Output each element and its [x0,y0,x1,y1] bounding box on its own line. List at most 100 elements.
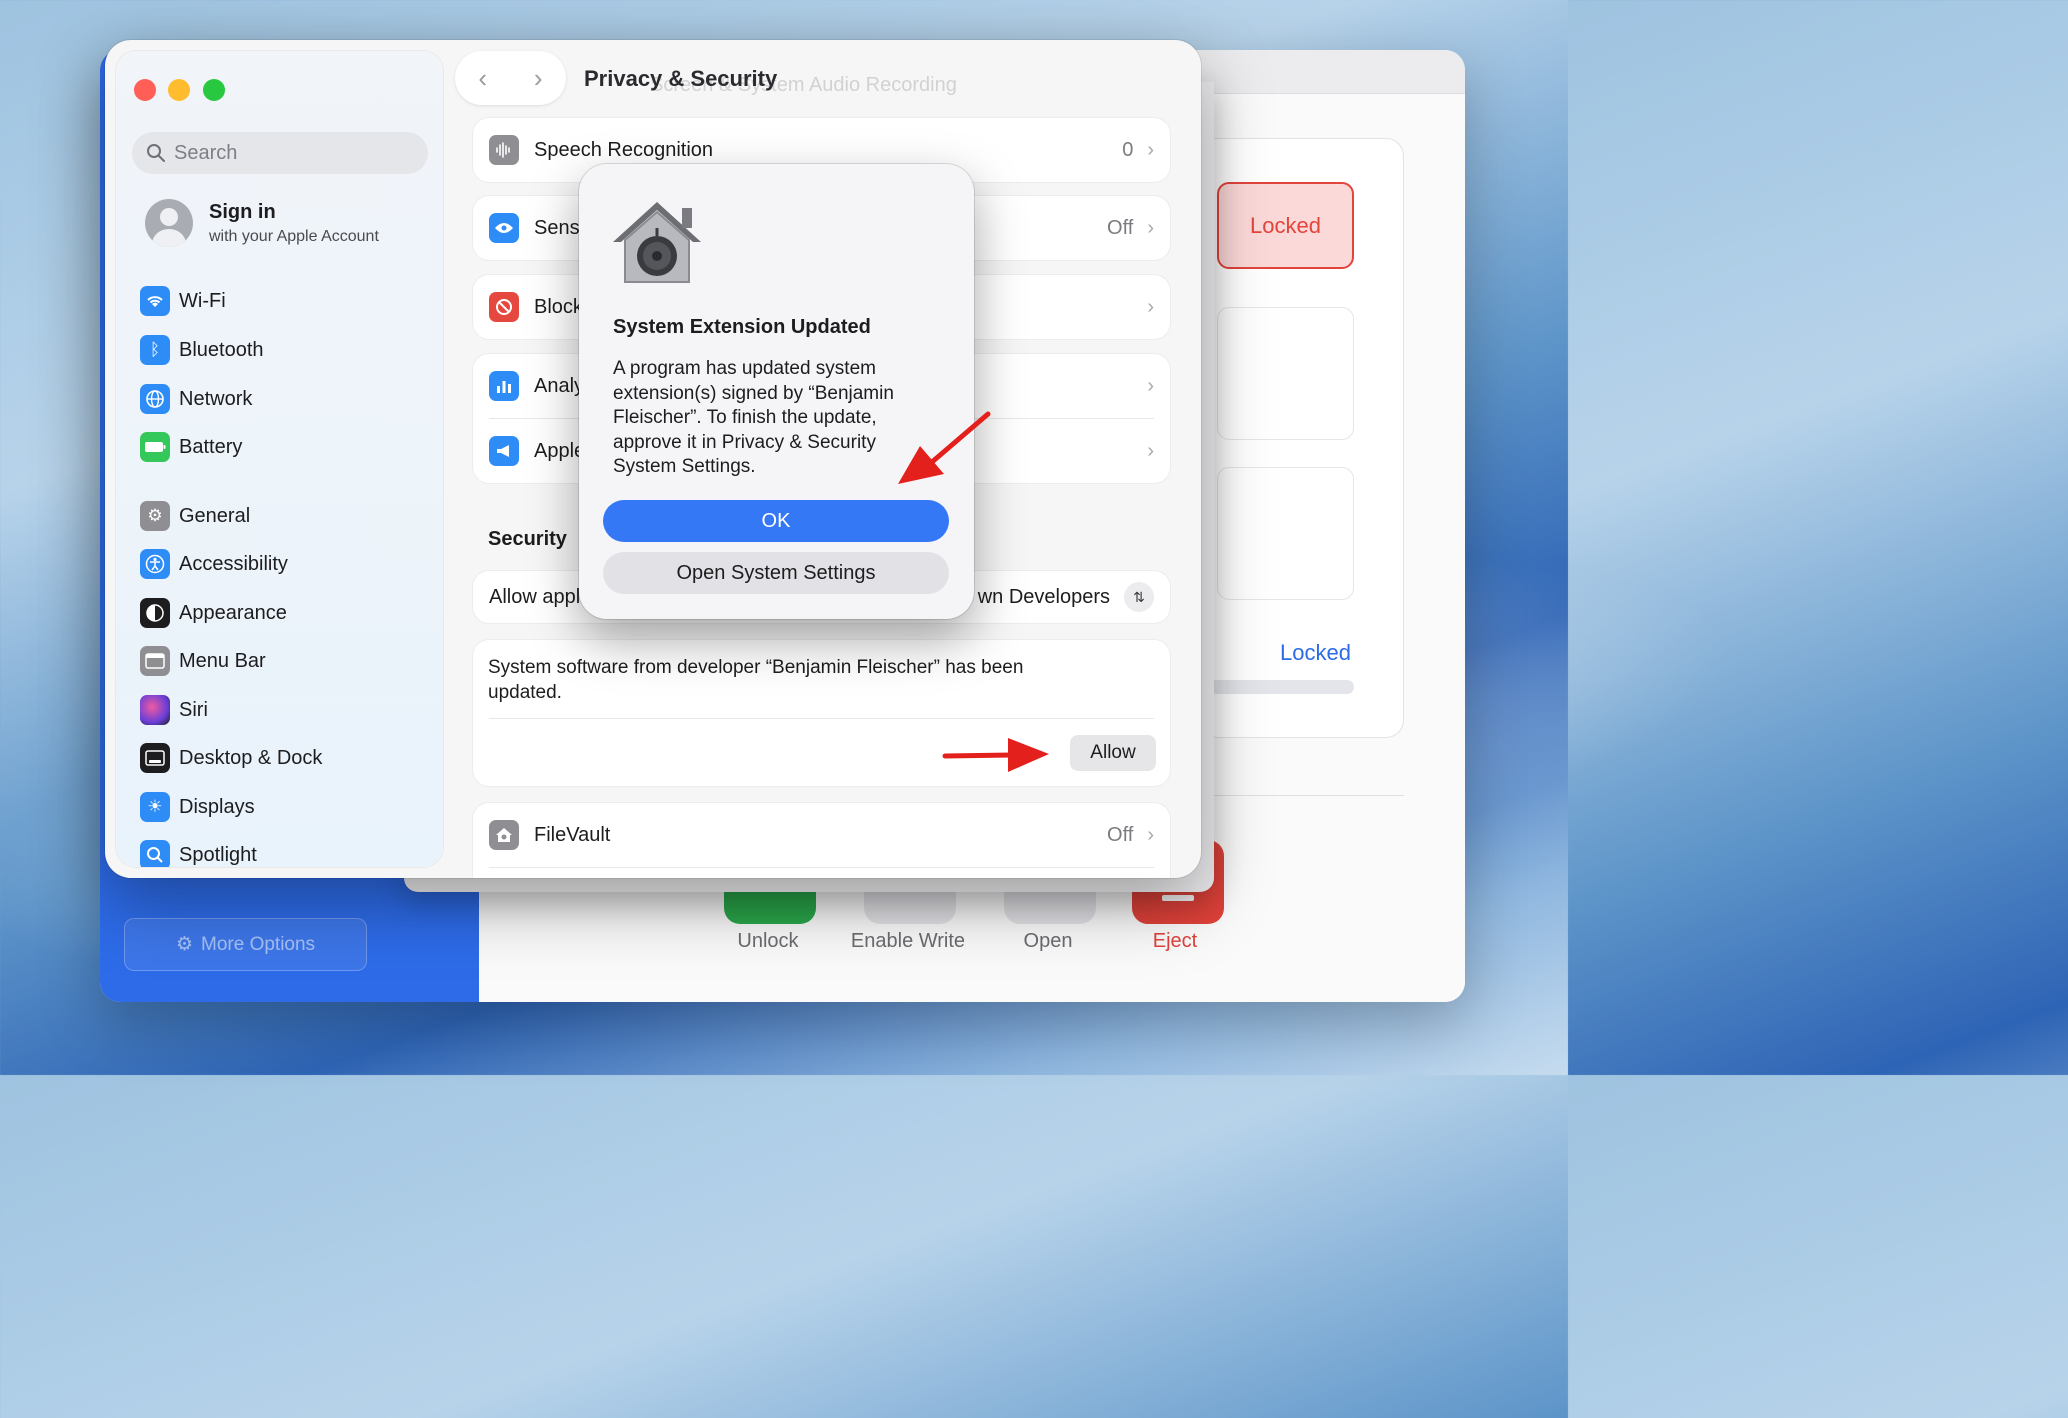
sidebar-item-bluetooth[interactable]: ᛒ Bluetooth [140,335,264,365]
sidebar-item-general[interactable]: ⚙ General [140,501,250,531]
system-extension-dialog: System Extension Updated A program has u… [579,164,974,619]
sidebar-item-battery[interactable]: Battery [140,432,242,462]
sidebar-item-label: Menu Bar [179,649,266,672]
chevron-right-icon: › [1147,216,1154,239]
dialog-message: A program has updated system extension(s… [613,358,894,477]
more-options-button[interactable]: ⚙ More Options [124,918,367,971]
settings-sidebar: Sign in with your Apple Account Wi-Fi ᛒ … [116,51,443,867]
block-icon [489,292,519,322]
sidebar-item-label: Displays [179,795,255,818]
bluetooth-icon: ᛒ [140,335,170,365]
eye-icon [489,213,519,243]
system-software-note: System software from developer “Benjamin… [488,657,1024,703]
sign-in-item[interactable]: Sign in with your Apple Account [145,199,379,247]
sidebar-item-label: Accessibility [179,552,288,575]
minimize-window-button[interactable] [168,79,190,101]
forward-button[interactable]: › [518,63,558,94]
sidebar-item-spotlight[interactable]: Spotlight [140,840,257,867]
sidebar-item-label: Siri [179,698,208,721]
chart-icon [489,371,519,401]
menu-bar-icon [140,646,170,676]
avatar [145,199,193,247]
sign-in-title: Sign in [209,200,276,223]
back-button[interactable]: ‹ [463,63,503,94]
info-box [1217,307,1354,440]
search-input[interactable] [174,141,404,165]
sidebar-item-siri[interactable]: Siri [140,695,208,725]
wifi-icon [140,286,170,316]
sidebar-item-label: Network [179,387,253,410]
row-label: Apple [534,439,586,462]
row-label: Sens [534,216,580,239]
row-label: Allow appl [489,585,581,608]
sidebar-item-menu-bar[interactable]: Menu Bar [140,646,266,676]
search-field[interactable] [132,132,428,174]
allow-button[interactable]: Allow [1070,735,1156,771]
row-value: wn Developers [977,585,1110,608]
accessibility-icon [140,549,170,579]
chevron-right-icon: › [1147,138,1154,161]
row-value: Off [1107,823,1134,846]
zoom-window-button[interactable] [203,79,225,101]
waveform-icon [489,135,519,165]
enable-write-label: Enable Write [850,930,966,952]
sidebar-item-appearance[interactable]: Appearance [140,598,287,628]
filevault-group: FileVault Off › [473,803,1170,878]
security-heading: Security [488,528,567,550]
chevron-right-icon: › [1147,295,1154,318]
divider [489,867,1154,868]
row-label: Speech Recognition [534,138,714,161]
sidebar-item-label: Wi-Fi [179,289,226,312]
globe-icon [140,384,170,414]
divider [489,718,1154,719]
divider [1210,795,1404,796]
sidebar-item-label: Battery [179,435,243,458]
security-vault-icon [613,202,701,283]
gear-icon: ⚙ [175,934,193,955]
system-software-group: System software from developer “Benjamin… [473,640,1170,786]
row-filevault[interactable]: FileVault Off › [473,803,1170,867]
progress-bar [1210,680,1354,694]
sidebar-item-network[interactable]: Network [140,384,252,414]
row-value: 0 [1122,138,1134,161]
megaphone-icon [489,436,519,466]
chevron-right-icon: › [1147,823,1154,846]
battery-icon [140,432,170,462]
sidebar-item-label: Bluetooth [179,338,264,361]
search-icon [147,144,165,162]
magnifier-icon [140,840,170,867]
more-options-label: More Options [201,933,316,955]
sign-in-subtitle: with your Apple Account [209,227,379,245]
sidebar-item-label: General [179,504,251,527]
open-system-settings-button[interactable]: Open System Settings [603,552,949,594]
ok-button[interactable]: OK [603,500,949,542]
sidebar-item-desktop-dock[interactable]: Desktop & Dock [140,743,322,773]
unlock-label: Unlock [737,930,799,952]
siri-icon [140,695,170,725]
eject-label: Eject [1152,930,1198,952]
house-icon [489,820,519,850]
dialog-title: System Extension Updated [613,316,871,338]
navigation-buttons: ‹ › [455,51,566,105]
locked-link[interactable]: Locked [1280,640,1351,666]
sidebar-item-wifi[interactable]: Wi-Fi [140,286,226,316]
row-label: Block [534,295,583,318]
row-value: Off [1107,216,1134,239]
locked-status-box: Locked [1217,182,1354,269]
sun-icon: ☀ [140,792,170,822]
sidebar-item-label: Spotlight [179,843,257,866]
sidebar-item-accessibility[interactable]: Accessibility [140,549,288,579]
gear-icon: ⚙ [140,501,170,531]
open-label: Open [1023,930,1073,952]
row-label: FileVault [534,823,611,846]
appearance-icon [140,598,170,628]
sidebar-item-label: Desktop & Dock [179,746,323,769]
chevron-right-icon: › [1147,439,1154,462]
close-window-button[interactable] [134,79,156,101]
page-title: Privacy & Security [584,66,778,91]
sidebar-item-displays[interactable]: ☀ Displays [140,792,255,822]
row-label: Analy [534,374,585,397]
info-box [1217,467,1354,600]
chevron-right-icon: › [1147,374,1154,397]
popup-stepper-icon[interactable]: ⇅ [1124,582,1154,612]
